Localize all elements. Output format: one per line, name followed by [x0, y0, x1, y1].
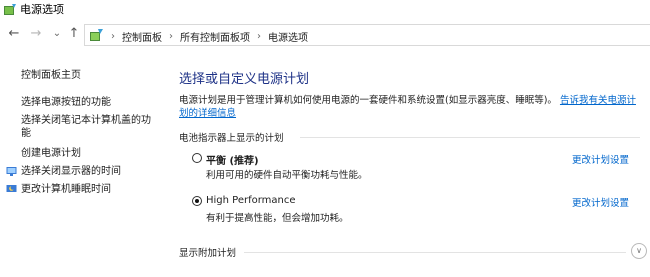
- sidebar-link-power-button[interactable]: 选择电源按钮的功能: [21, 96, 111, 109]
- breadcrumb-separator[interactable]: ›: [169, 31, 173, 42]
- recent-locations-button[interactable]: ⌄: [49, 26, 65, 42]
- power-options-icon: [4, 4, 16, 15]
- up-button[interactable]: ↑: [66, 26, 82, 42]
- breadcrumb: › 控制面板 › 所有控制面板项 › 电源选项: [107, 28, 308, 44]
- plan-high-performance-description: 有利于提高性能，但会增加功耗。: [206, 213, 349, 224]
- sidebar-link-display-off[interactable]: 选择关闭显示器的时间: [21, 165, 121, 178]
- additional-plans-heading[interactable]: 显示附加计划: [179, 245, 236, 259]
- control-panel-icon: [90, 29, 103, 41]
- sidebar-link-lid-close[interactable]: 选择关闭笔记本计算机盖的功 能: [21, 114, 151, 140]
- battery-plans-heading: 电池指示器上显示的计划: [179, 133, 284, 144]
- plan-high-performance-radio[interactable]: [192, 196, 202, 206]
- address-bar[interactable]: › 控制面板 › 所有控制面板项 › 电源选项: [84, 24, 650, 46]
- sidebar-link-create-plan[interactable]: 创建电源计划: [21, 147, 81, 160]
- additional-divider: [244, 252, 626, 253]
- display-shield-icon: [6, 167, 17, 176]
- plan-balanced-radio[interactable]: [192, 153, 202, 163]
- breadcrumb-power-options[interactable]: 电源选项: [268, 29, 308, 44]
- title-bar: 电源选项: [0, 0, 650, 20]
- main-content: 选择或自定义电源计划 电源计划是用于管理计算机如何使用电源的一套硬件和系统设置(…: [172, 48, 650, 277]
- plan-high-performance-name[interactable]: High Performance: [206, 195, 296, 206]
- breadcrumb-control-panel[interactable]: 控制面板: [122, 29, 162, 44]
- learn-more-link[interactable]: 告诉我有关电源计: [560, 95, 636, 106]
- plan-high-performance-settings-link[interactable]: 更改计划设置: [572, 195, 629, 209]
- description-text: 电源计划是用于管理计算机如何使用电源的一套硬件和系统设置(如显示器亮度、睡眠等)…: [179, 95, 557, 106]
- sidebar: 控制面板主页 选择电源按钮的功能 选择关闭笔记本计算机盖的功 能 创建电源计划 …: [0, 48, 172, 277]
- page-title: 选择或自定义电源计划: [179, 72, 310, 87]
- forward-button[interactable]: →: [28, 26, 44, 42]
- plan-balanced-settings-link[interactable]: 更改计划设置: [572, 152, 629, 166]
- breadcrumb-separator[interactable]: ›: [257, 31, 261, 42]
- plan-balanced-name[interactable]: 平衡 (推荐): [206, 152, 259, 167]
- back-button[interactable]: ←: [6, 26, 22, 42]
- navigation-bar: ← → ⌄ ↑ › 控制面板 › 所有控制面板项 › 电源选项: [0, 22, 650, 48]
- breadcrumb-separator: ›: [111, 30, 115, 42]
- sleep-moon-icon: [6, 185, 17, 192]
- group-divider: [300, 137, 640, 138]
- plan-balanced-description: 利用可用的硬件自动平衡功耗与性能。: [206, 170, 368, 181]
- learn-more-link-continued[interactable]: 划的详细信息: [179, 108, 236, 119]
- sidebar-link-sleep-time[interactable]: 更改计算机睡眠时间: [21, 183, 111, 196]
- sidebar-home-link[interactable]: 控制面板主页: [21, 66, 81, 81]
- window-title: 电源选项: [20, 3, 64, 16]
- page-description: 电源计划是用于管理计算机如何使用电源的一套硬件和系统设置(如显示器亮度、睡眠等)…: [179, 94, 649, 120]
- breadcrumb-all-items[interactable]: 所有控制面板项: [180, 29, 250, 44]
- chevron-down-icon[interactable]: ∨: [631, 243, 647, 259]
